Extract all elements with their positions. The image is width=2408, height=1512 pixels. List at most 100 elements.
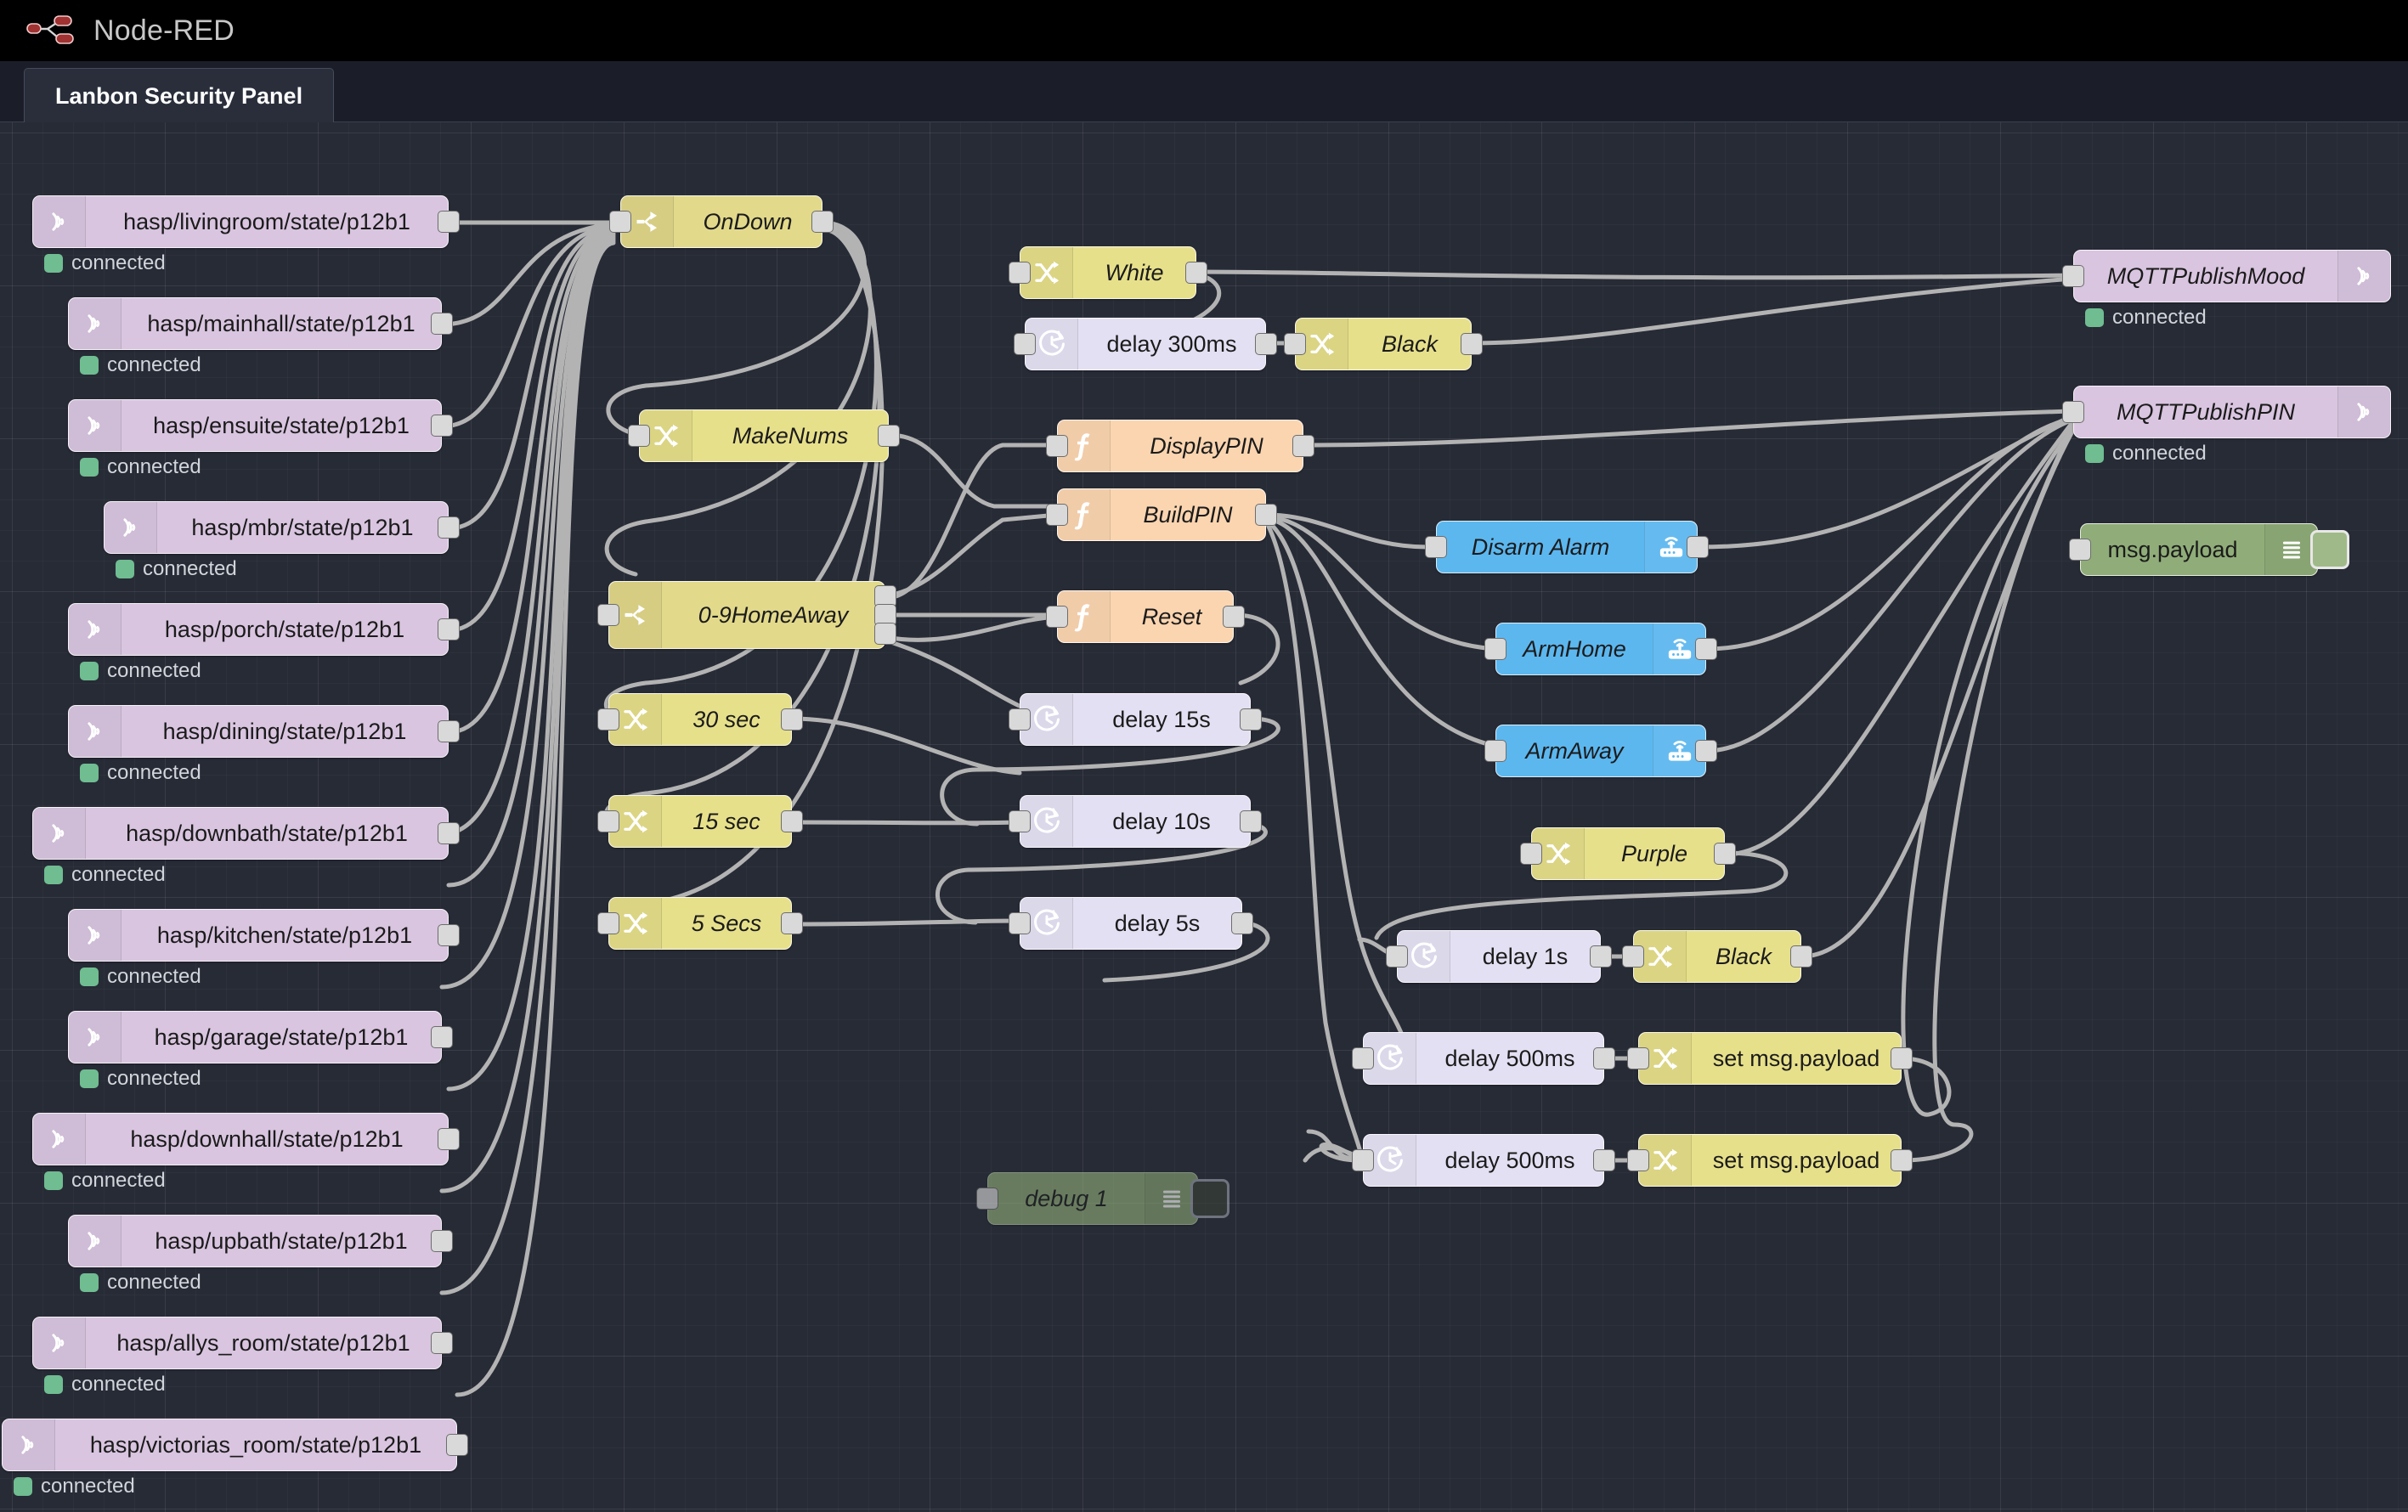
- output-port[interactable]: [1714, 843, 1736, 865]
- delay-node-500ms-2[interactable]: delay 500ms: [1352, 1134, 1615, 1187]
- input-port[interactable]: [609, 211, 631, 233]
- mqtt-in-node[interactable]: hasp/downhall/state/p12b1: [32, 1113, 460, 1165]
- input-port[interactable]: [1627, 1047, 1649, 1069]
- input-port[interactable]: [628, 425, 650, 447]
- output-port[interactable]: [438, 1128, 460, 1150]
- change-node-5secs[interactable]: 5 Secs: [597, 897, 803, 950]
- mqtt-in-node[interactable]: hasp/allys_room/state/p12b1: [32, 1317, 453, 1369]
- input-port[interactable]: [597, 708, 619, 731]
- output-port[interactable]: [1593, 1149, 1615, 1171]
- output-port[interactable]: [1255, 504, 1277, 526]
- output-port[interactable]: [1255, 333, 1277, 355]
- input-port[interactable]: [597, 912, 619, 934]
- delay-node-500ms-1[interactable]: delay 500ms: [1352, 1032, 1615, 1085]
- output-port[interactable]: [1590, 945, 1612, 968]
- output-port[interactable]: [811, 211, 834, 233]
- output-port[interactable]: [438, 822, 460, 844]
- output-port[interactable]: [438, 924, 460, 946]
- delay-node-300ms[interactable]: delay 300ms: [1014, 318, 1277, 370]
- output-port[interactable]: [431, 1332, 453, 1354]
- delay-node-1s[interactable]: delay 1s: [1386, 930, 1612, 983]
- mqtt-in-node[interactable]: hasp/victorias_room/state/p12b1: [2, 1419, 468, 1471]
- input-port[interactable]: [1520, 843, 1542, 865]
- mqtt-in-node[interactable]: hasp/dining/state/p12b1: [68, 705, 460, 758]
- change-node-purple[interactable]: Purple: [1520, 827, 1736, 880]
- input-port[interactable]: [1484, 638, 1506, 660]
- input-port[interactable]: [1046, 504, 1068, 526]
- output-port[interactable]: [446, 1434, 468, 1456]
- input-port[interactable]: [1014, 333, 1036, 355]
- debug-enable-toggle[interactable]: [2310, 530, 2349, 569]
- output-port[interactable]: [1461, 333, 1483, 355]
- input-port[interactable]: [1425, 536, 1447, 558]
- output-port[interactable]: [781, 912, 803, 934]
- alexa-node-disarm-alarm[interactable]: Disarm Alarm: [1425, 521, 1709, 573]
- input-port[interactable]: [1009, 262, 1031, 284]
- output-port[interactable]: [1687, 536, 1709, 558]
- input-port[interactable]: [1386, 945, 1408, 968]
- output-port[interactable]: [1231, 912, 1253, 934]
- output-port[interactable]: [1695, 638, 1717, 660]
- change-node-30sec[interactable]: 30 sec: [597, 693, 803, 746]
- change-node-15sec[interactable]: 15 sec: [597, 795, 803, 848]
- output-port[interactable]: [438, 516, 460, 539]
- function-node-displaypin[interactable]: DisplayPIN: [1046, 420, 1314, 472]
- change-node-set-msg-payload-1[interactable]: set msg.payload: [1627, 1032, 1913, 1085]
- output-port[interactable]: [1695, 740, 1717, 762]
- output-port[interactable]: [1891, 1149, 1913, 1171]
- input-port[interactable]: [1622, 945, 1644, 968]
- tab-lanbon-security-panel[interactable]: Lanbon Security Panel: [24, 68, 335, 124]
- input-port[interactable]: [1627, 1149, 1649, 1171]
- output-port[interactable]: [438, 720, 460, 742]
- debug-node-debug-1[interactable]: debug 1: [976, 1172, 1229, 1225]
- delay-node-15s[interactable]: delay 15s: [1009, 693, 1262, 746]
- input-port[interactable]: [1352, 1149, 1374, 1171]
- switch-node-0-9homeaway[interactable]: 0-9HomeAway: [597, 581, 896, 649]
- output-port[interactable]: [431, 1230, 453, 1252]
- output-port[interactable]: [438, 211, 460, 233]
- output-port[interactable]: [1185, 262, 1207, 284]
- input-port[interactable]: [2069, 539, 2091, 561]
- input-port[interactable]: [1009, 912, 1031, 934]
- input-port[interactable]: [1352, 1047, 1374, 1069]
- input-port[interactable]: [1046, 606, 1068, 628]
- output-port[interactable]: [431, 415, 453, 437]
- input-port[interactable]: [1284, 333, 1306, 355]
- mqtt-out-node-pin[interactable]: MQTTPublishPIN: [2062, 386, 2391, 438]
- mqtt-in-node[interactable]: hasp/porch/state/p12b1: [68, 603, 460, 656]
- mqtt-in-node[interactable]: hasp/downbath/state/p12b1: [32, 807, 460, 860]
- input-port[interactable]: [2062, 401, 2084, 423]
- change-node-black-lower[interactable]: Black: [1622, 930, 1812, 983]
- input-port[interactable]: [976, 1188, 998, 1210]
- change-node-makenums[interactable]: MakeNums: [628, 409, 900, 462]
- input-port[interactable]: [1009, 708, 1031, 731]
- output-port-3[interactable]: [874, 622, 896, 645]
- input-port[interactable]: [2062, 265, 2084, 287]
- mqtt-in-node[interactable]: hasp/livingroom/state/p12b1: [32, 195, 460, 248]
- mqtt-out-node-mood[interactable]: MQTTPublishMood: [2062, 250, 2391, 302]
- mqtt-in-node[interactable]: hasp/mbr/state/p12b1: [104, 501, 460, 554]
- change-node-set-msg-payload-2[interactable]: set msg.payload: [1627, 1134, 1913, 1187]
- change-node-white[interactable]: White: [1009, 246, 1207, 299]
- output-port[interactable]: [431, 1026, 453, 1048]
- debug-enable-toggle[interactable]: [1190, 1179, 1229, 1218]
- output-port[interactable]: [1891, 1047, 1913, 1069]
- output-port[interactable]: [431, 313, 453, 335]
- mqtt-in-node[interactable]: hasp/garage/state/p12b1: [68, 1011, 453, 1063]
- mqtt-in-node[interactable]: hasp/ensuite/state/p12b1: [68, 399, 453, 452]
- mqtt-in-node[interactable]: hasp/upbath/state/p12b1: [68, 1215, 453, 1267]
- input-port[interactable]: [597, 810, 619, 832]
- output-port[interactable]: [878, 425, 900, 447]
- alexa-node-armaway[interactable]: ArmAway: [1484, 725, 1717, 777]
- input-port[interactable]: [597, 604, 619, 626]
- output-port[interactable]: [1223, 606, 1245, 628]
- output-port[interactable]: [1593, 1047, 1615, 1069]
- output-port[interactable]: [1240, 708, 1262, 731]
- switch-node-ondown[interactable]: OnDown: [609, 195, 834, 248]
- function-node-reset[interactable]: Reset: [1046, 590, 1245, 643]
- output-port[interactable]: [1790, 945, 1812, 968]
- function-node-buildpin[interactable]: BuildPIN: [1046, 488, 1277, 541]
- alexa-node-armhome[interactable]: ArmHome: [1484, 623, 1717, 675]
- debug-node-msg-payload[interactable]: msg.payload: [2069, 523, 2349, 576]
- mqtt-in-node[interactable]: hasp/kitchen/state/p12b1: [68, 909, 460, 962]
